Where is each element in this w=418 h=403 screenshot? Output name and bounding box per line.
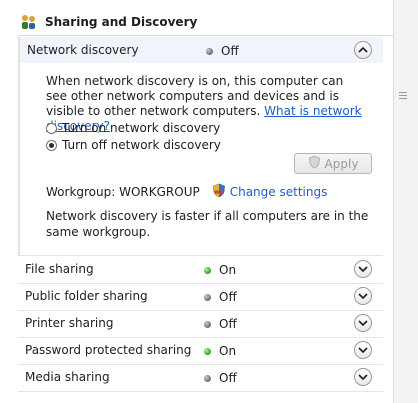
network-discovery-status: Off — [206, 44, 239, 58]
header-divider — [18, 35, 393, 36]
sharing-panel: Sharing and Discovery Network discovery … — [0, 0, 393, 403]
radio-label-on: Turn on network discovery — [62, 121, 221, 135]
row-status: On — [204, 263, 236, 277]
expand-button[interactable] — [354, 260, 372, 278]
scrollbar-grip-icon[interactable] — [399, 92, 407, 101]
row-label: Public folder sharing — [25, 289, 148, 303]
chevron-up-icon — [358, 46, 368, 53]
section-header: Sharing and Discovery — [18, 10, 393, 34]
network-discovery-group: Network discovery Off When network disco… — [18, 37, 383, 256]
status-off-icon — [204, 374, 211, 382]
row-status: Off — [204, 317, 237, 331]
uac-shield-icon — [308, 155, 321, 172]
status-off-icon — [206, 47, 213, 55]
expand-button[interactable] — [354, 368, 372, 386]
status-off-icon — [204, 293, 211, 301]
radio-turn-off-network-discovery[interactable]: Turn off network discovery — [46, 138, 221, 152]
expand-button[interactable] — [354, 287, 372, 305]
row-status-text: On — [219, 344, 237, 358]
status-off-icon — [204, 320, 211, 328]
chevron-down-icon — [358, 266, 368, 273]
row-status-text: Off — [219, 290, 237, 304]
expand-button[interactable] — [354, 341, 372, 359]
row-status: On — [204, 344, 236, 358]
radio-button-off[interactable] — [46, 139, 57, 151]
scrollbar-track[interactable] — [393, 0, 418, 403]
chevron-down-icon — [358, 320, 368, 327]
row-status: Off — [204, 290, 237, 304]
apply-button[interactable]: Apply — [294, 153, 372, 174]
row-status-text: Off — [219, 317, 237, 331]
row-password-protected-sharing[interactable]: Password protected sharing On — [18, 337, 383, 365]
status-on-icon — [204, 347, 211, 355]
chevron-down-icon — [358, 293, 368, 300]
row-file-sharing[interactable]: File sharing On — [18, 256, 383, 284]
network-people-icon — [20, 14, 38, 30]
apply-label: Apply — [324, 156, 359, 171]
network-discovery-header[interactable]: Network discovery Off — [20, 37, 383, 63]
collapse-button[interactable] — [354, 41, 372, 59]
row-label: File sharing — [25, 262, 94, 276]
row-label: Printer sharing — [25, 316, 114, 330]
status-on-icon — [204, 266, 211, 274]
section-title: Sharing and Discovery — [45, 15, 198, 29]
row-printer-sharing[interactable]: Printer sharing Off — [18, 310, 383, 338]
chevron-down-icon — [358, 347, 368, 354]
workgroup-row: Workgroup: WORKGROUP Change settings — [46, 183, 327, 201]
row-status-text: Off — [219, 371, 237, 385]
row-label: Media sharing — [25, 370, 110, 384]
uac-shield-icon — [212, 183, 226, 201]
network-discovery-status-text: Off — [221, 44, 239, 58]
radio-label-off: Turn off network discovery — [62, 138, 221, 152]
chevron-down-icon — [358, 374, 368, 381]
change-settings-link[interactable]: Change settings — [230, 185, 328, 199]
row-media-sharing[interactable]: Media sharing Off — [18, 364, 383, 392]
expand-button[interactable] — [354, 314, 372, 332]
row-status-text: On — [219, 263, 237, 277]
row-label: Password protected sharing — [25, 343, 192, 357]
row-public-folder-sharing[interactable]: Public folder sharing Off — [18, 283, 383, 311]
radio-turn-on-network-discovery[interactable]: Turn on network discovery — [46, 121, 220, 135]
network-discovery-label: Network discovery — [27, 43, 139, 57]
workgroup-label: Workgroup: WORKGROUP — [46, 185, 200, 199]
workgroup-note: Network discovery is faster if all compu… — [46, 209, 369, 239]
radio-button-on[interactable] — [46, 122, 57, 134]
row-status: Off — [204, 371, 237, 385]
